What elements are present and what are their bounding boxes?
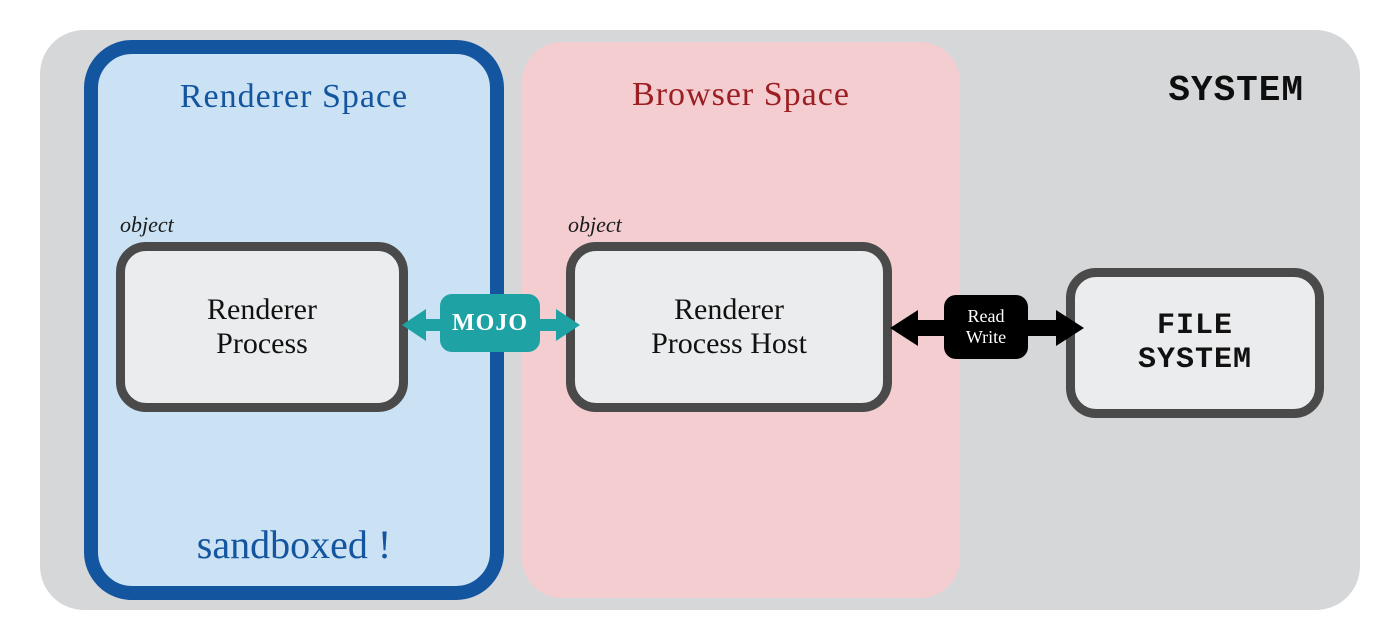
- system-label: SYSTEM: [1168, 70, 1304, 111]
- diagram-canvas: SYSTEM Renderer Space sandboxed ! Browse…: [0, 0, 1400, 638]
- renderer-process-host-node: RendererProcess Host: [566, 242, 892, 412]
- renderer-process-node: RendererProcess: [116, 242, 408, 412]
- read-write-connector-label: Read Write: [944, 295, 1028, 359]
- renderer-process-host-text: RendererProcess Host: [651, 293, 807, 362]
- arrow-mojo-right-icon: [534, 306, 580, 344]
- rw-write-text: Write: [966, 327, 1006, 348]
- arrow-rw-right-icon: [1024, 308, 1084, 348]
- system-container: SYSTEM Renderer Space sandboxed ! Browse…: [40, 30, 1360, 610]
- sandboxed-note: sandboxed !: [98, 521, 490, 568]
- renderer-space-title: Renderer Space: [98, 78, 490, 116]
- browser-space-title: Browser Space: [522, 76, 960, 114]
- file-system-text: FILESYSTEM: [1138, 309, 1252, 378]
- rw-read-text: Read: [968, 306, 1005, 327]
- renderer-object-label: object: [120, 212, 174, 238]
- file-system-node: FILESYSTEM: [1066, 268, 1324, 418]
- arrow-rw-left-icon: [890, 308, 950, 348]
- renderer-process-text: RendererProcess: [207, 293, 317, 362]
- mojo-connector-label: MOJO: [440, 294, 540, 352]
- browser-object-label: object: [568, 212, 622, 238]
